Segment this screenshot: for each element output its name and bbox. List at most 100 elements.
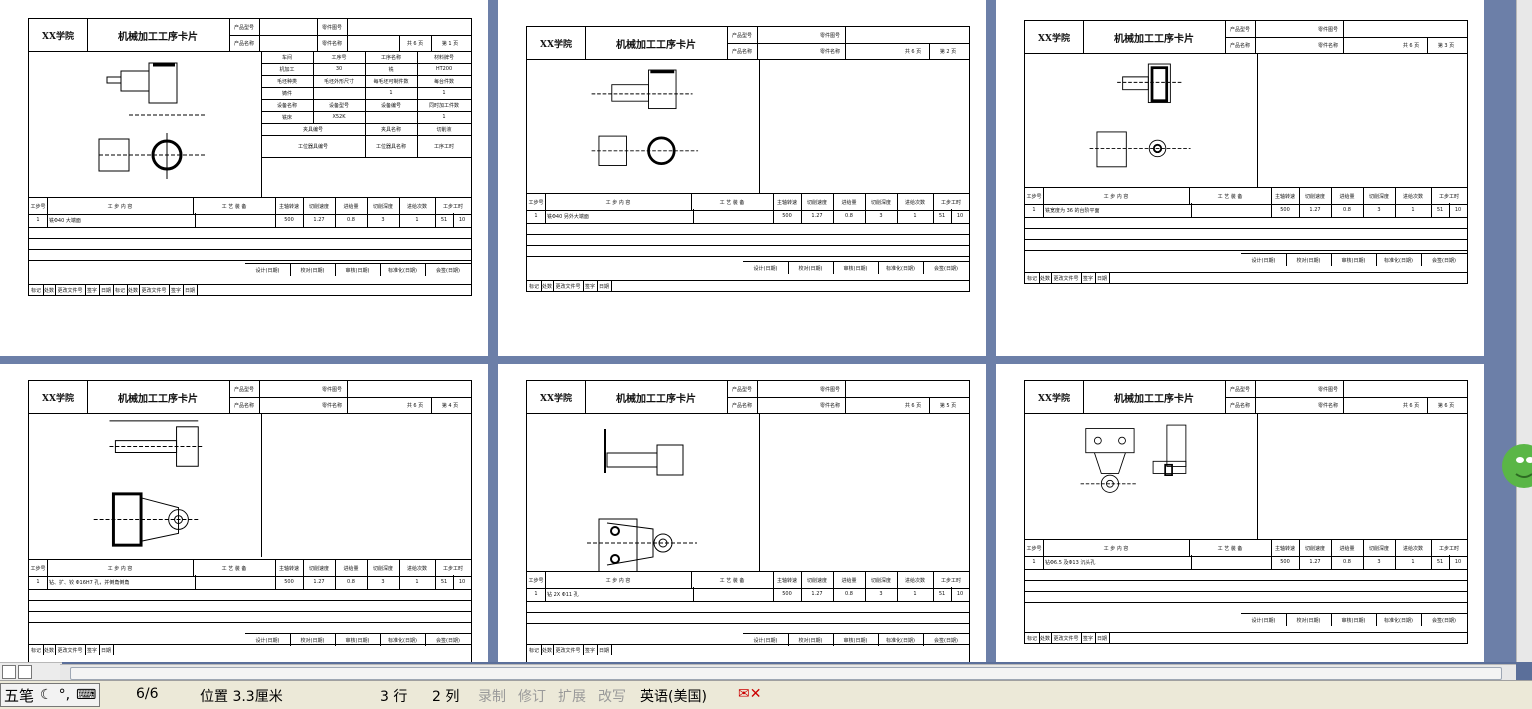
col-time: 工步工时 bbox=[442, 565, 463, 572]
sign-label: 标准化(日期) bbox=[1376, 254, 1422, 266]
record-mode[interactable]: 录制 bbox=[478, 686, 506, 706]
overtype-mode[interactable]: 改写 bbox=[598, 686, 626, 706]
language-indicator[interactable]: 英语(美国) bbox=[640, 686, 707, 706]
step-row: 1 铣Φ40 大端面 500 1.27 0.8 3 1 51 10 bbox=[29, 213, 471, 228]
card-title: 机械加工工序卡片 bbox=[1083, 381, 1226, 413]
page-no: 第 1 页 bbox=[441, 40, 459, 47]
col-passes: 进给次数 bbox=[399, 198, 436, 214]
page-no: 第 2 页 bbox=[939, 48, 957, 55]
column-indicator: 2 列 bbox=[432, 689, 460, 705]
col-passes: 进给次数 bbox=[399, 560, 436, 576]
col-spindle: 主轴转速 bbox=[1271, 540, 1300, 556]
track-changes-mode[interactable]: 修订 bbox=[518, 686, 546, 706]
label-part-name: 零件名称 bbox=[317, 35, 348, 51]
office-assistant-icon[interactable] bbox=[1498, 430, 1532, 500]
col-step-content: 工 步 内 容 bbox=[1043, 188, 1190, 204]
card-header: XX学院 机械加工工序卡片 产品型号 零件图号 产品名称 零件名称 共 6 页 … bbox=[527, 27, 969, 60]
step-text[interactable]: 钻Φ6.5 及Φ13 沉头孔 bbox=[1043, 555, 1192, 569]
col-feed: 进给量 bbox=[833, 572, 866, 588]
step-text[interactable]: 铣宽度为 36 的台阶平面 bbox=[1043, 203, 1192, 217]
step-no: 1 bbox=[527, 587, 546, 601]
value-cell bbox=[259, 19, 318, 35]
ime-toolbar[interactable]: 五笔 ☾ °, ⌨ bbox=[0, 683, 101, 707]
step-time2: 10 bbox=[458, 217, 466, 223]
step-passes: 1 bbox=[1395, 555, 1432, 569]
step-velocity: 1.27 bbox=[801, 587, 834, 601]
view-reading-icon[interactable] bbox=[18, 665, 32, 679]
footer-label: 标记 bbox=[527, 645, 542, 655]
param-value: HT200 bbox=[435, 66, 453, 72]
part-sketch bbox=[93, 413, 262, 557]
label-part-name: 零件名称 bbox=[1313, 37, 1344, 53]
vertical-scrollbar[interactable] bbox=[1516, 0, 1532, 662]
page-no: 第 6 页 bbox=[1437, 402, 1455, 409]
moon-icon[interactable]: ☾ bbox=[37, 687, 56, 703]
col-passes: 进给次数 bbox=[1395, 540, 1432, 556]
horizontal-scrollbar[interactable] bbox=[60, 664, 1516, 681]
param-value: 铸件 bbox=[261, 87, 314, 99]
footer-label: 更改文件号 bbox=[1051, 633, 1082, 643]
col-step-content: 工 步 内 容 bbox=[1043, 540, 1190, 556]
punctuation-icon[interactable]: °, bbox=[56, 687, 73, 703]
page-4[interactable]: XX学院 机械加工工序卡片 产品型号 零件图号 产品名称 零件名称 共 6 页 … bbox=[0, 364, 488, 662]
label-product-model: 产品型号 bbox=[1225, 21, 1256, 37]
step-depth: 3 bbox=[865, 209, 898, 223]
col-velocity: 切削速度 bbox=[1299, 540, 1332, 556]
step-time1: 51 bbox=[435, 213, 454, 227]
page-5[interactable]: XX学院 机械加工工序卡片 产品型号 零件图号 产品名称 零件名称 共 6 页 … bbox=[498, 364, 986, 662]
label-product-name: 产品名称 bbox=[727, 43, 758, 59]
col-passes: 进给次数 bbox=[897, 194, 934, 210]
step-passes: 1 bbox=[1395, 203, 1432, 217]
card-meta: 产品型号 零件图号 产品名称 零件名称 共 6 页 第 2 页 bbox=[727, 27, 969, 59]
school-name: XX学院 bbox=[1025, 381, 1084, 413]
part-sketch bbox=[587, 413, 760, 571]
footer-label: 标记 bbox=[113, 285, 128, 295]
footer-label: 签字 bbox=[85, 645, 100, 655]
page-3[interactable]: XX学院 机械加工工序卡片 产品型号 零件图号 产品名称 零件名称 共 6 页 … bbox=[996, 0, 1484, 356]
step-text[interactable]: 铣Φ40 大端面 bbox=[47, 213, 196, 227]
sign-label: 审核(日期) bbox=[1331, 614, 1377, 626]
school-name: XX学院 bbox=[527, 381, 586, 413]
label-product-name: 产品名称 bbox=[1225, 397, 1256, 413]
scroll-thumb[interactable] bbox=[70, 667, 1502, 680]
view-layout-icon[interactable] bbox=[2, 665, 16, 679]
footer-label: 签字 bbox=[1081, 633, 1096, 643]
sign-label: 标准化(日期) bbox=[878, 262, 924, 274]
col-depth: 切削深度 bbox=[367, 560, 400, 576]
col-depth: 切削深度 bbox=[367, 198, 400, 214]
col-step-no: 工步号 bbox=[527, 194, 546, 210]
step-text[interactable]: 钻、扩、铰 Φ16H7 孔，并倒角倒角 bbox=[47, 575, 196, 589]
revision-footer: 标记 处数 更改文件号 签字 日期 bbox=[527, 280, 969, 291]
table-row bbox=[527, 612, 969, 624]
param-label: 工序名称 bbox=[365, 51, 418, 63]
step-no: 1 bbox=[1025, 555, 1044, 569]
label-part-no: 零件图号 bbox=[1313, 21, 1344, 37]
extend-mode[interactable]: 扩展 bbox=[558, 686, 586, 706]
step-time1: 51 bbox=[435, 575, 454, 589]
step-text[interactable]: 铣Φ40 另外大端面 bbox=[545, 209, 694, 223]
document-workspace[interactable]: XX学院 机械加工工序卡片 产品型号 零件图号 产品名称 零件名称 共 6 页 bbox=[0, 0, 1516, 662]
page-1[interactable]: XX学院 机械加工工序卡片 产品型号 零件图号 产品名称 零件名称 共 6 页 bbox=[0, 0, 488, 356]
process-card: XX学院 机械加工工序卡片 产品型号 零件图号 产品名称 零件名称 共 6 页 … bbox=[28, 380, 472, 662]
ime-label[interactable]: 五笔 bbox=[1, 685, 37, 706]
card-title: 机械加工工序卡片 bbox=[1083, 21, 1226, 53]
table-row bbox=[29, 249, 471, 261]
step-speed: 500 bbox=[275, 213, 304, 227]
step-time2: 10 bbox=[956, 213, 964, 219]
table-row bbox=[29, 611, 471, 623]
step-equipment bbox=[193, 213, 276, 227]
col-equipment: 工 艺 装 备 bbox=[691, 194, 774, 210]
col-spindle: 主轴转速 bbox=[275, 560, 304, 576]
param-label: 夹具编号 bbox=[261, 123, 366, 135]
footer-label: 标记 bbox=[29, 645, 44, 655]
table-row bbox=[1025, 239, 1467, 251]
page-6[interactable]: XX学院 机械加工工序卡片 产品型号 零件图号 产品名称 零件名称 共 6 页 … bbox=[996, 364, 1484, 662]
step-text[interactable]: 钻 2X Φ11 孔 bbox=[545, 587, 694, 601]
sign-label: 审核(日期) bbox=[1331, 254, 1377, 266]
param-value: 1 bbox=[442, 114, 446, 120]
card-header: XX学院 机械加工工序卡片 产品型号 零件图号 产品名称 零件名称 共 6 页 … bbox=[527, 381, 969, 414]
param-value: 机加工 bbox=[261, 63, 314, 75]
keyboard-icon[interactable]: ⌨ bbox=[73, 687, 99, 703]
spelling-status-icon[interactable]: ✉✕ bbox=[738, 686, 761, 702]
page-2[interactable]: XX学院 机械加工工序卡片 产品型号 零件图号 产品名称 零件名称 共 6 页 … bbox=[498, 0, 986, 356]
